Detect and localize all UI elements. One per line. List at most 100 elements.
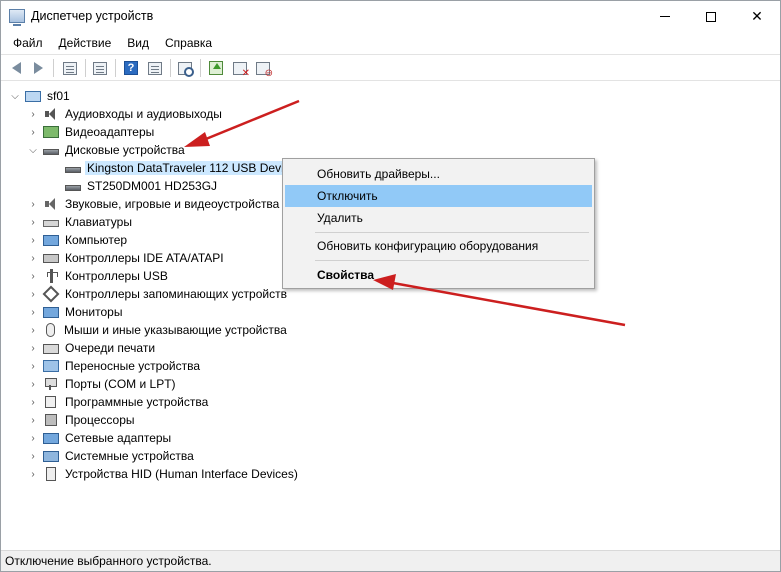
scan-hardware-button[interactable] [176,59,194,77]
tree-item-st250[interactable]: ST250DM001 HD253GJ [49,177,219,195]
chevron-right-icon[interactable]: › [27,325,39,336]
menu-item-properties[interactable]: Свойства [285,264,592,286]
help-icon: ? [124,61,138,75]
tree-item-video-adapters[interactable]: › Видеоадаптеры [27,123,156,141]
tree-item-label: Порты (COM и LPT) [65,377,176,391]
help-button[interactable]: ? [122,59,140,77]
scan-hardware-icon [178,61,194,77]
tree-item-ide-controllers[interactable]: › Контроллеры IDE ATA/ATAPI [27,249,226,267]
tree-item-portable-devices[interactable]: › Переносные устройства [27,357,202,375]
forward-button[interactable] [29,59,47,77]
maximize-icon [706,11,716,22]
chevron-right-icon[interactable]: › [27,451,39,462]
maximize-button[interactable] [688,1,734,32]
tree-item-hid[interactable]: › Устройства HID (Human Interface Device… [27,465,300,483]
chevron-right-icon[interactable]: › [27,235,39,246]
tree-item-label: Дисковые устройства [65,143,185,157]
chevron-right-icon[interactable]: › [27,289,39,300]
minimize-button[interactable] [642,1,688,32]
usb-icon [46,269,58,283]
tree-item-label: Устройства HID (Human Interface Devices) [65,467,298,481]
menu-item-scan-hardware[interactable]: Обновить конфигурацию оборудования [285,235,592,257]
chevron-right-icon[interactable]: › [27,271,39,282]
menu-item-uninstall[interactable]: Удалить [285,207,592,229]
menu-action[interactable]: Действие [51,33,120,53]
close-icon: ✕ [751,8,763,24]
processor-icon [45,414,57,426]
menu-view[interactable]: Вид [119,33,157,53]
close-button[interactable]: ✕ [734,1,780,32]
device-manager-window: Диспетчер устройств ✕ Файл Действие Вид … [0,0,781,572]
toolbar-separator [170,59,171,77]
properties-button[interactable] [61,59,79,77]
back-button[interactable] [7,59,25,77]
tree-item-storage-controllers[interactable]: › Контроллеры запоминающих устройств [27,285,289,303]
disable-device-icon [233,61,250,79]
disk-drive-icon [65,185,81,191]
tree-item-keyboards[interactable]: › Клавиатуры [27,213,134,231]
toolbar-separator [53,59,54,77]
printer-icon [43,344,59,354]
tree-item-label: Сетевые адаптеры [65,431,172,445]
tree-root[interactable]: ⌵ sf01 [9,87,72,105]
tree-item-kingston[interactable]: Kingston DataTraveler 112 USB Device [49,159,299,177]
tree-item-sound-devices[interactable]: › Звуковые, игровые и видеоустройства [27,195,281,213]
tree-item-mice[interactable]: › Мыши и иные указывающие устройства [27,321,289,339]
tree-item-monitors[interactable]: › Мониторы [27,303,124,321]
tree-item-label: Видеоадаптеры [65,125,155,139]
tree-item-label: ST250DM001 HD253GJ [87,179,218,193]
tree-item-network-adapters[interactable]: › Сетевые адаптеры [27,429,173,447]
hid-device-icon [46,467,56,481]
tree-item-label: Мыши и иные указывающие устройства [64,323,287,337]
view-button[interactable] [146,59,164,77]
chevron-right-icon[interactable]: › [27,433,39,444]
chevron-right-icon[interactable]: › [27,397,39,408]
tree-item-software-devices[interactable]: › Программные устройства [27,393,210,411]
tree-item-disk-drives[interactable]: ⌵ Дисковые устройства [27,141,187,159]
tree-item-system-devices[interactable]: › Системные устройства [27,447,196,465]
list-icon [93,61,107,75]
tree-root-label: sf01 [47,89,70,103]
chevron-down-icon[interactable]: ⌵ [9,91,21,102]
chevron-right-icon[interactable]: › [27,361,39,372]
chevron-right-icon[interactable]: › [27,379,39,390]
tree-item-label: Контроллеры USB [65,269,168,283]
list-button[interactable] [91,59,109,77]
software-device-icon [45,396,56,408]
uninstall-device-button[interactable] [254,59,273,79]
chevron-right-icon[interactable]: › [27,217,39,228]
chevron-right-icon[interactable]: › [27,199,39,210]
tree-item-ports[interactable]: › Порты (COM и LPT) [27,375,178,393]
disable-device-button[interactable] [231,59,250,79]
forward-arrow-icon [33,62,43,74]
video-card-icon [43,126,59,138]
tree-item-label: Переносные устройства [65,359,201,373]
menu-item-disable[interactable]: Отключить [285,185,592,207]
chevron-right-icon[interactable]: › [27,307,39,318]
menu-file[interactable]: Файл [5,33,51,53]
context-menu: Обновить драйверы... Отключить Удалить О… [282,158,595,289]
tree-item-label: Мониторы [65,305,123,319]
tree-item-audio-io[interactable]: › Аудиовходы и аудиовыходы [27,105,224,123]
tree-item-label: Компьютер [65,233,128,247]
chevron-right-icon[interactable]: › [27,343,39,354]
tree-item-processors[interactable]: › Процессоры [27,411,137,429]
chevron-right-icon[interactable]: › [27,109,39,120]
status-text: Отключение выбранного устройства. [5,554,212,568]
window-title: Диспетчер устройств [31,9,154,23]
update-driver-button[interactable] [207,59,225,77]
chevron-down-icon[interactable]: ⌵ [27,145,39,156]
tree-item-print-queues[interactable]: › Очереди печати [27,339,157,357]
port-icon [43,377,59,391]
menu-item-update-drivers[interactable]: Обновить драйверы... [285,163,592,185]
tree-item-computer[interactable]: › Компьютер [27,231,129,249]
chevron-right-icon[interactable]: › [27,415,39,426]
chevron-right-icon[interactable]: › [27,253,39,264]
chevron-right-icon[interactable]: › [27,127,39,138]
tree-item-label: Контроллеры IDE ATA/ATAPI [65,251,224,265]
menu-help[interactable]: Справка [157,33,220,53]
view-icon [148,61,162,75]
chevron-right-icon[interactable]: › [27,469,39,480]
device-tree: ⌵ sf01 › Аудиовходы и аудиовыходы › Виде… [1,82,780,550]
tree-item-usb-controllers[interactable]: › Контроллеры USB [27,267,170,285]
